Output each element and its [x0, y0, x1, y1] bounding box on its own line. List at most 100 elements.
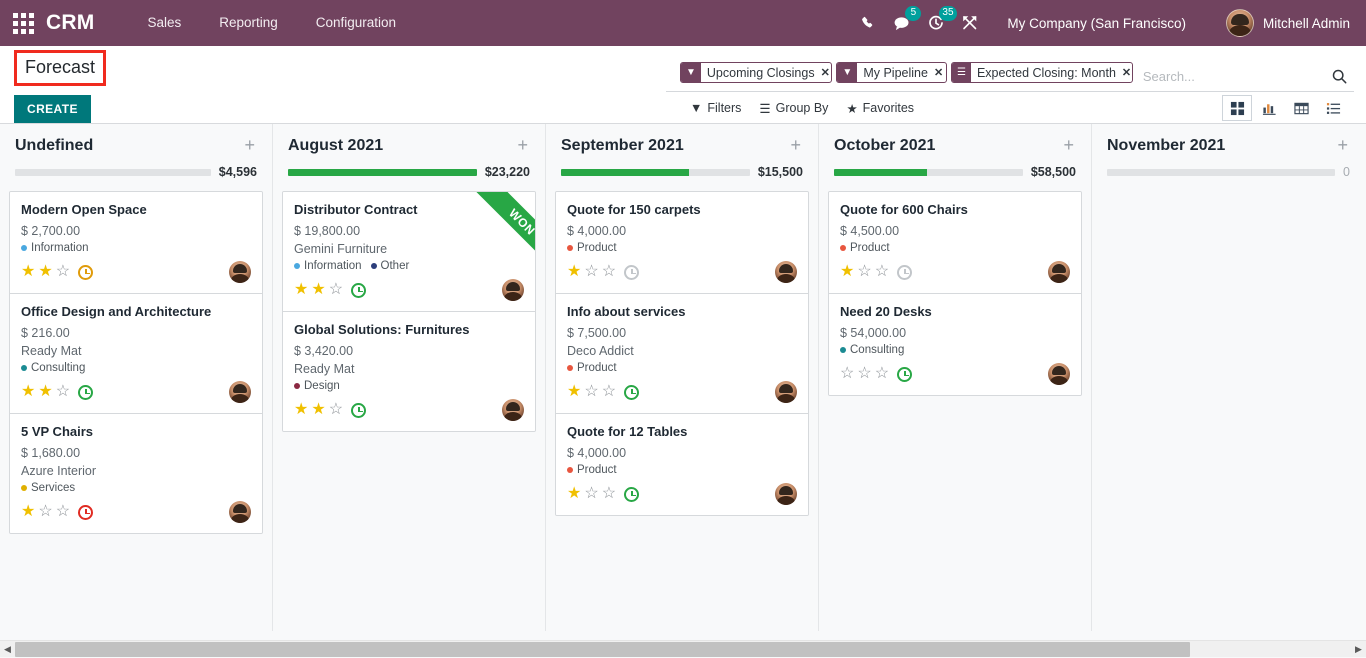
priority-star-icon[interactable]: ☆	[857, 264, 871, 280]
kanban-card[interactable]: WONDistributor Contract$ 19,800.00Gemini…	[283, 192, 535, 312]
assignee-avatar[interactable]	[775, 381, 797, 403]
priority-star-icon[interactable]: ☆	[56, 504, 70, 520]
activities-clock-icon[interactable]: 35	[919, 0, 953, 46]
facet-remove-icon[interactable]: ✕	[1120, 63, 1133, 82]
menu-item-reporting[interactable]: Reporting	[200, 0, 297, 46]
company-switcher[interactable]: My Company (San Francisco)	[987, 16, 1200, 31]
assignee-avatar[interactable]	[502, 279, 524, 301]
priority-star-icon[interactable]: ☆	[857, 366, 871, 382]
priority-star-icon[interactable]: ☆	[875, 264, 889, 280]
priority-star-icon[interactable]: ☆	[584, 384, 598, 400]
view-kanban-button[interactable]	[1222, 95, 1252, 121]
activity-clock-icon[interactable]	[78, 265, 93, 280]
priority-stars[interactable]: ★☆☆	[840, 264, 889, 280]
activity-clock-icon[interactable]	[78, 385, 93, 400]
priority-star-icon[interactable]: ★	[21, 264, 35, 280]
add-record-icon[interactable]: +	[788, 136, 803, 154]
kanban-card[interactable]: Info about services$ 7,500.00Deco Addict…	[556, 294, 808, 414]
priority-star-icon[interactable]: ★	[567, 486, 581, 502]
priority-star-icon[interactable]: ☆	[602, 384, 616, 400]
priority-star-icon[interactable]: ★	[21, 384, 35, 400]
view-list-button[interactable]	[1318, 95, 1348, 121]
assignee-avatar[interactable]	[229, 261, 251, 283]
priority-star-icon[interactable]: ☆	[56, 384, 70, 400]
scrollbar-thumb[interactable]	[15, 642, 1190, 657]
search-icon[interactable]	[1325, 62, 1354, 91]
favorites-menu[interactable]: ★ Favorites	[846, 101, 914, 116]
assignee-avatar[interactable]	[229, 501, 251, 523]
priority-star-icon[interactable]: ☆	[602, 264, 616, 280]
priority-star-icon[interactable]: ☆	[329, 282, 343, 298]
kanban-card[interactable]: Global Solutions: Furnitures$ 3,420.00Re…	[283, 312, 535, 431]
priority-star-icon[interactable]: ★	[38, 264, 52, 280]
facet-upcoming-closings[interactable]: ▼ Upcoming Closings ✕	[680, 62, 832, 83]
priority-star-icon[interactable]: ★	[38, 384, 52, 400]
priority-star-icon[interactable]: ★	[311, 402, 325, 418]
kanban-card[interactable]: Modern Open Space$ 2,700.00Information★★…	[10, 192, 262, 294]
add-record-icon[interactable]: +	[1335, 136, 1350, 154]
priority-star-icon[interactable]: ☆	[840, 366, 854, 382]
priority-star-icon[interactable]: ☆	[602, 486, 616, 502]
kanban-column-progressbar[interactable]: $15,500	[555, 156, 809, 179]
assignee-avatar[interactable]	[1048, 363, 1070, 385]
kanban-card[interactable]: Office Design and Architecture$ 216.00Re…	[10, 294, 262, 414]
group-by-menu[interactable]: ☰ Group By	[759, 101, 828, 116]
view-graph-button[interactable]	[1254, 95, 1284, 121]
scroll-left-arrow[interactable]: ◀	[0, 641, 15, 658]
assignee-avatar[interactable]	[502, 399, 524, 421]
developer-tools-icon[interactable]	[953, 0, 987, 46]
scroll-right-arrow[interactable]: ▶	[1351, 641, 1366, 658]
facet-remove-icon[interactable]: ✕	[932, 63, 947, 82]
scrollbar-track[interactable]: ◀ ▶	[0, 640, 1366, 657]
assignee-avatar[interactable]	[229, 381, 251, 403]
activity-clock-icon[interactable]	[624, 385, 639, 400]
add-record-icon[interactable]: +	[242, 136, 257, 154]
priority-stars[interactable]: ★☆☆	[567, 264, 616, 280]
activity-clock-icon[interactable]	[351, 403, 366, 418]
messages-icon[interactable]: 5	[885, 0, 919, 46]
app-brand-crm[interactable]: CRM	[46, 11, 94, 35]
priority-star-icon[interactable]: ☆	[38, 504, 52, 520]
kanban-card[interactable]: 5 VP Chairs$ 1,680.00Azure InteriorServi…	[10, 414, 262, 533]
priority-star-icon[interactable]: ☆	[56, 264, 70, 280]
priority-star-icon[interactable]: ☆	[875, 366, 889, 382]
priority-stars[interactable]: ☆☆☆	[840, 366, 889, 382]
priority-stars[interactable]: ★☆☆	[567, 486, 616, 502]
priority-star-icon[interactable]: ★	[311, 282, 325, 298]
priority-stars[interactable]: ★★☆	[21, 264, 70, 280]
facet-remove-icon[interactable]: ✕	[819, 63, 833, 82]
priority-stars[interactable]: ★☆☆	[21, 504, 70, 520]
priority-star-icon[interactable]: ★	[567, 264, 581, 280]
facet-expected-closing-month[interactable]: ☰ Expected Closing: Month ✕	[951, 62, 1133, 83]
menu-item-configuration[interactable]: Configuration	[297, 0, 415, 46]
kanban-column-progressbar[interactable]: $4,596	[9, 156, 263, 179]
kanban-card[interactable]: Quote for 12 Tables$ 4,000.00Product★☆☆	[556, 414, 808, 515]
kanban-column-progressbar[interactable]: 0	[1101, 156, 1356, 179]
kanban-card[interactable]: Quote for 150 carpets$ 4,000.00Product★☆…	[556, 192, 808, 294]
kanban-card[interactable]: Need 20 Desks$ 54,000.00Consulting☆☆☆	[829, 294, 1081, 395]
priority-star-icon[interactable]: ☆	[584, 486, 598, 502]
assignee-avatar[interactable]	[775, 483, 797, 505]
priority-star-icon[interactable]: ★	[21, 504, 35, 520]
priority-stars[interactable]: ★★☆	[294, 282, 343, 298]
assignee-avatar[interactable]	[1048, 261, 1070, 283]
facet-my-pipeline[interactable]: ▼ My Pipeline ✕	[836, 62, 947, 83]
priority-star-icon[interactable]: ★	[840, 264, 854, 280]
assignee-avatar[interactable]	[775, 261, 797, 283]
activity-clock-icon[interactable]	[78, 505, 93, 520]
priority-star-icon[interactable]: ★	[567, 384, 581, 400]
activity-clock-icon[interactable]	[624, 487, 639, 502]
user-menu[interactable]: Mitchell Admin	[1200, 9, 1354, 37]
priority-star-icon[interactable]: ☆	[584, 264, 598, 280]
kanban-column-progressbar[interactable]: $58,500	[828, 156, 1082, 179]
view-pivot-button[interactable]	[1286, 95, 1316, 121]
phone-icon[interactable]	[851, 0, 885, 46]
priority-stars[interactable]: ★☆☆	[567, 384, 616, 400]
menu-item-sales[interactable]: Sales	[128, 0, 200, 46]
activity-clock-icon[interactable]	[897, 265, 912, 280]
add-record-icon[interactable]: +	[1061, 136, 1076, 154]
priority-star-icon[interactable]: ☆	[329, 402, 343, 418]
kanban-column-progressbar[interactable]: $23,220	[282, 156, 536, 179]
priority-stars[interactable]: ★★☆	[21, 384, 70, 400]
priority-star-icon[interactable]: ★	[294, 282, 308, 298]
